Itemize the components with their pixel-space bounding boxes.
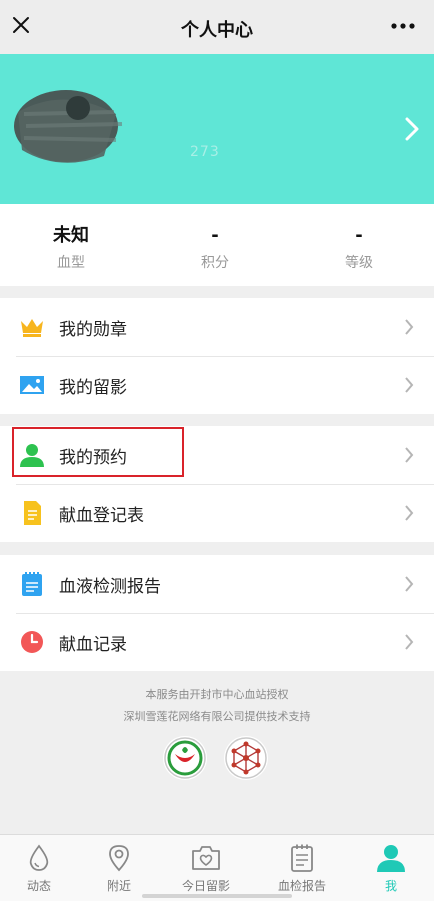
menu-item-label: 献血记录: [59, 635, 127, 655]
avatar: [14, 90, 123, 163]
tab-label: 今日留影: [181, 879, 230, 893]
stat-label: 积分: [201, 255, 229, 271]
location-pin-icon: [109, 845, 129, 872]
menu-item-label: 我的勋章: [59, 320, 127, 340]
menu-item-label: 献血登记表: [59, 506, 144, 526]
chevron-right-icon: [405, 634, 414, 650]
footer-authorization: 本服务由开封市中心血站授权: [145, 688, 289, 701]
menu-item-donation-records[interactable]: 献血记录: [0, 613, 434, 671]
drop-icon: [29, 844, 49, 871]
menu-item-label: 我的留影: [59, 378, 127, 398]
stat-value: 未知: [53, 225, 89, 246]
stats-panel: 未知 血型 - 积分 - 等级: [0, 204, 434, 286]
page-title: 个人中心: [181, 20, 253, 41]
chevron-right-icon: [405, 377, 414, 393]
chevron-right-icon: [405, 319, 414, 335]
tab-news[interactable]: 动态: [0, 843, 81, 894]
chevron-right-icon[interactable]: [404, 116, 420, 142]
stat-points: - 积分: [155, 224, 275, 272]
menu-item-blood-test-report[interactable]: 血液检测报告: [0, 555, 434, 613]
top-bar: 个人中心: [0, 0, 434, 54]
menu-group-3: 血液检测报告 献血记录: [0, 555, 434, 671]
clock-icon: [21, 631, 43, 653]
nickname: 273: [190, 144, 220, 160]
menu-item-registration-form[interactable]: 献血登记表: [0, 484, 434, 542]
menu-item-label: 血液检测报告: [59, 577, 161, 597]
highlight-box: [12, 427, 184, 477]
user-icon: [377, 845, 405, 872]
footer-support: 深圳雪莲花网络有限公司提供技术支持: [123, 710, 311, 723]
stat-label: 等级: [345, 255, 373, 271]
home-indicator: [142, 894, 292, 898]
chevron-right-icon: [405, 447, 414, 463]
tab-nearby[interactable]: 附近: [77, 843, 161, 894]
image-icon: [20, 376, 44, 394]
tab-bar: 动态 附近 今日留影 血检报告 我: [0, 834, 434, 901]
crown-icon: [21, 319, 43, 337]
profile-banner[interactable]: 273: [0, 54, 434, 204]
notepad-icon: [22, 572, 42, 596]
report-icon: [291, 844, 313, 872]
blood-station-logo: [163, 736, 207, 780]
tab-blood-report[interactable]: 血检报告: [260, 843, 344, 894]
footer: 本服务由开封市中心血站授权 深圳雪莲花网络有限公司提供技术支持: [0, 684, 434, 728]
menu-group-1: 我的勋章 我的留影: [0, 298, 434, 414]
chevron-right-icon: [405, 576, 414, 592]
tab-me[interactable]: 我: [349, 843, 433, 894]
tab-today-photo[interactable]: 今日留影: [164, 843, 248, 894]
stat-value: -: [211, 225, 219, 246]
stat-level: - 等级: [299, 224, 419, 272]
more-icon[interactable]: [390, 16, 416, 36]
stat-blood-type: 未知 血型: [11, 224, 131, 272]
snow-lotus-logo: [224, 736, 268, 780]
chevron-right-icon: [405, 505, 414, 521]
tab-label: 我: [384, 879, 397, 893]
stat-label: 血型: [57, 255, 85, 271]
menu-item-photos[interactable]: 我的留影: [0, 356, 434, 414]
menu-item-medals[interactable]: 我的勋章: [0, 298, 434, 356]
stat-value: -: [355, 225, 363, 246]
tab-label: 血检报告: [277, 879, 326, 893]
tab-label: 附近: [106, 879, 131, 893]
camera-heart-icon: [192, 846, 220, 870]
document-icon: [24, 501, 41, 525]
tab-label: 动态: [26, 879, 51, 893]
